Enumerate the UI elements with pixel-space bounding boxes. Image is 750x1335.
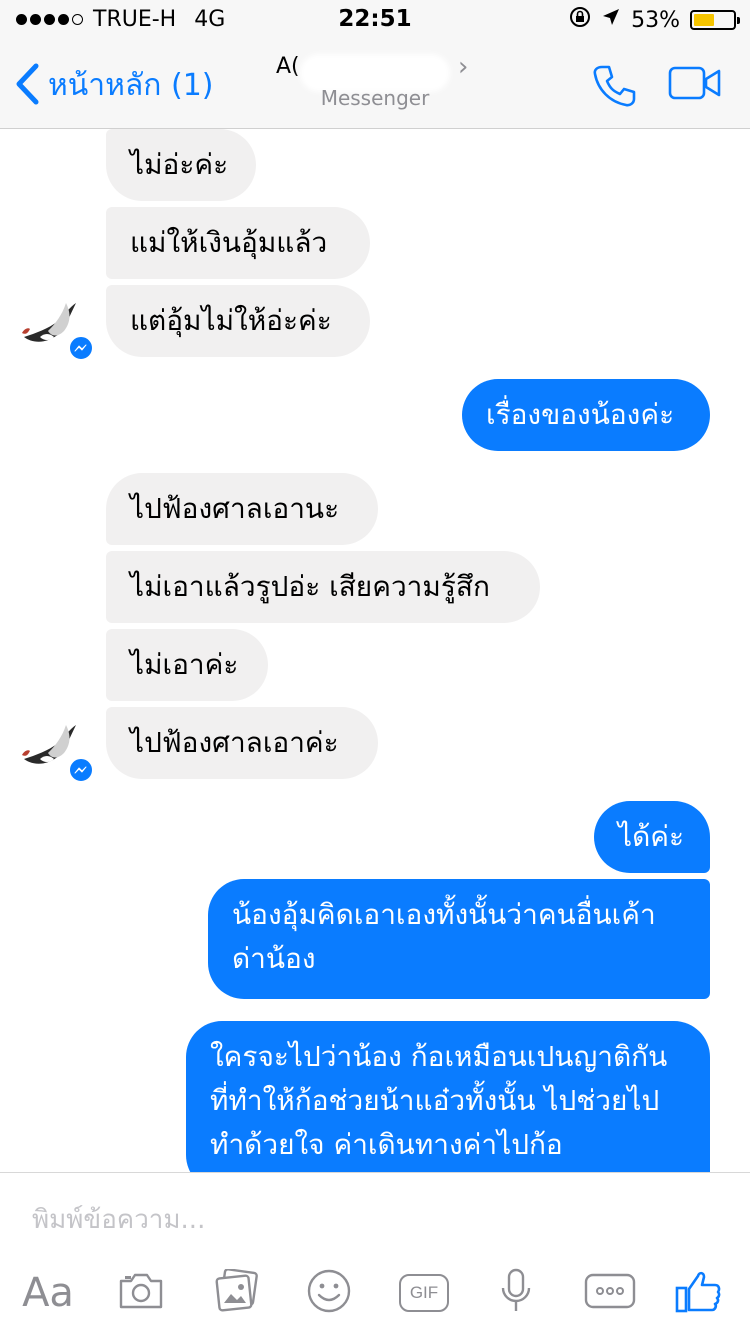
gif-label: GIF: [409, 1283, 439, 1302]
messenger-badge-icon: [68, 335, 94, 361]
text-style-button[interactable]: Aa: [18, 1269, 78, 1317]
message-input[interactable]: [30, 1195, 724, 1245]
contact-avatar[interactable]: [18, 293, 94, 361]
video-call-button[interactable]: [668, 66, 722, 104]
phone-call-button[interactable]: [590, 62, 638, 114]
video-camera-icon: [668, 66, 722, 104]
location-arrow-icon: [601, 7, 621, 33]
message-bubble-outgoing[interactable]: ใครจะไปว่าน้อง ก้อเหมือนเปนญาติกัน ที่ทำ…: [186, 1021, 710, 1172]
status-right: 53%: [569, 6, 740, 34]
message-bubble-incoming[interactable]: ไม่เอาค่ะ: [106, 629, 268, 701]
message-bubble-outgoing[interactable]: ได้ค่ะ: [594, 801, 710, 873]
composer: Aa GIF: [0, 1172, 750, 1335]
thumbs-up-icon: [674, 1268, 722, 1318]
rotation-lock-icon: [569, 6, 591, 34]
message-bubble-incoming[interactable]: ไปฟ้องศาลเอานะ: [106, 473, 378, 545]
phone-icon: [590, 65, 638, 114]
chevron-right-icon[interactable]: ›: [458, 52, 468, 82]
message-bubble-outgoing[interactable]: เรื่องของน้องค่ะ: [462, 379, 710, 451]
more-icon: [584, 1273, 636, 1313]
conversation-header: หน้าหลัก (1) A( › Messenger: [0, 40, 750, 129]
photo-gallery-button[interactable]: [210, 1268, 264, 1317]
like-button[interactable]: [672, 1269, 724, 1317]
message-bubble-incoming[interactable]: แต่อุ้มไม่ให้อ่ะค่ะ: [106, 285, 370, 357]
voice-button[interactable]: [494, 1268, 538, 1318]
emoji-button[interactable]: [304, 1269, 354, 1317]
gif-button[interactable]: GIF: [396, 1269, 452, 1317]
message-bubble-incoming[interactable]: ไปฟ้องศาลเอาค่ะ: [106, 707, 378, 779]
battery-icon: [690, 10, 740, 30]
battery-percent: 53%: [631, 7, 680, 33]
message-bubble-incoming[interactable]: ไม่เอาแล้วรูปอ่ะ เสียความรู้สึก: [106, 551, 540, 623]
aa-label: Aa: [22, 1270, 74, 1316]
composer-toolbar: Aa GIF: [0, 1268, 750, 1325]
gif-icon: GIF: [399, 1274, 449, 1312]
contact-name[interactable]: A(: [276, 54, 300, 79]
message-bubble-incoming[interactable]: แม่ให้เงินอุ้มแล้ว: [106, 207, 370, 279]
status-bar: TRUE-H 4G 22:51 53%: [0, 0, 750, 40]
more-button[interactable]: [582, 1269, 638, 1317]
message-bubble-outgoing[interactable]: น้องอุ้มคิดเอาเองทั้งนั้นว่าคนอื่นเค้าด่…: [208, 879, 710, 999]
camera-button[interactable]: [114, 1269, 168, 1317]
message-list[interactable]: ไม่อ่ะค่ะ แม่ให้เงินอุ้มแล้ว แต่อุ้มไม่ใ…: [0, 129, 750, 1172]
microphone-icon: [499, 1268, 533, 1318]
photo-icon: [213, 1268, 261, 1317]
contact-avatar[interactable]: [18, 715, 94, 783]
emoji-icon: [306, 1268, 352, 1318]
camera-icon: [117, 1271, 165, 1315]
messenger-badge-icon: [68, 757, 94, 783]
message-bubble-incoming[interactable]: ไม่อ่ะค่ะ: [106, 129, 256, 201]
